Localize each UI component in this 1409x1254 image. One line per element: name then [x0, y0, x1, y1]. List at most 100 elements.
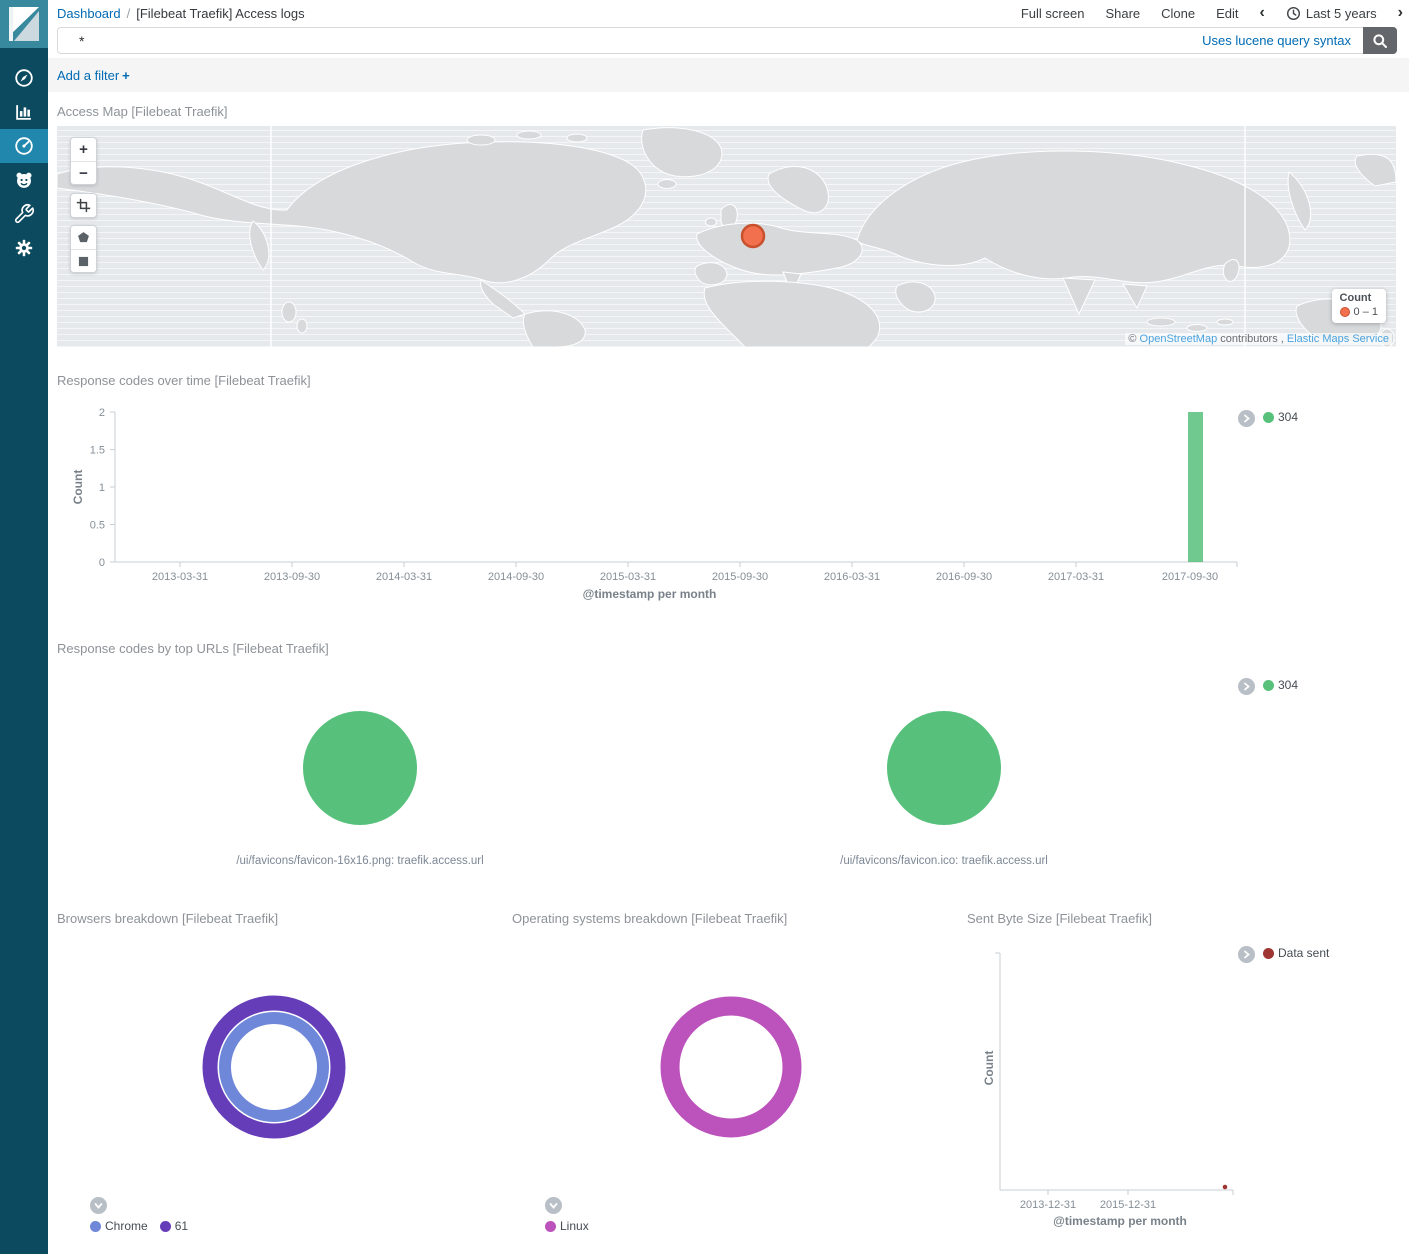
donut-ring-chrome[interactable] [225, 1018, 323, 1116]
legend-item-304[interactable]: 304 [1263, 410, 1298, 424]
elastic-maps-link[interactable]: Elastic Maps Service [1287, 333, 1389, 345]
add-filter-link[interactable]: Add a filter+ [57, 68, 130, 83]
gear-icon [13, 237, 35, 259]
share-button[interactable]: Share [1105, 6, 1140, 21]
bytes-chart-x-axis-title: @timestamp per month [975, 1214, 1265, 1228]
bytes-chart-y-axis-title: Count [982, 1051, 996, 1086]
legend-dot-chrome [90, 1221, 101, 1232]
map-marker[interactable] [742, 225, 764, 247]
zoom-in-button[interactable]: + [71, 138, 96, 161]
top-urls-panel-title: Response codes by top URLs [Filebeat Tra… [57, 641, 329, 656]
dashboard-actions: Full screen Share Clone Edit ‹ Last 5 ye… [1021, 0, 1403, 26]
sidebar-item-management[interactable] [0, 231, 48, 265]
osm-link[interactable]: OpenStreetMap [1140, 333, 1218, 345]
legend-item-data-sent[interactable]: Data sent [1263, 946, 1329, 960]
edit-button[interactable]: Edit [1216, 6, 1238, 21]
timelion-icon [13, 169, 35, 191]
clone-button[interactable]: Clone [1161, 6, 1195, 21]
sidebar-item-dev-tools[interactable] [0, 197, 48, 231]
query-input[interactable] [58, 33, 1202, 49]
legend-marker-dot [1340, 307, 1350, 317]
sidebar-item-visualize[interactable] [0, 95, 48, 129]
bytes-chart-legend: Data sent [1238, 946, 1329, 963]
sidebar-item-timelion[interactable] [0, 163, 48, 197]
clock-icon [1286, 6, 1301, 21]
sent-byte-size-chart: 2013-12-31 2015-12-31 [975, 945, 1265, 1215]
time-back-button[interactable]: ‹ [1260, 5, 1265, 21]
map-legend-range: 0 – 1 [1354, 306, 1378, 318]
kibana-dashboard-app: Dashboard / [Filebeat Traefik] Access lo… [0, 0, 1409, 1254]
response-chart-legend: 304 [1238, 410, 1298, 427]
sidebar-item-dashboard[interactable] [0, 129, 48, 163]
legend-toggle-icon[interactable] [1238, 410, 1255, 427]
map-zoom-controls: + − [70, 137, 97, 185]
draw-polygon-button[interactable] [71, 226, 96, 249]
time-range-picker[interactable]: Last 5 years [1286, 6, 1377, 21]
kibana-logo-icon [0, 0, 48, 48]
add-filter-plus-icon: + [122, 68, 130, 83]
kibana-logo[interactable] [0, 0, 48, 48]
time-forward-button[interactable]: › [1398, 5, 1403, 21]
svg-text:2017-09-30: 2017-09-30 [1162, 571, 1218, 583]
breadcrumb: Dashboard / [Filebeat Traefik] Access lo… [57, 0, 305, 26]
filter-bar: Add a filter+ [48, 58, 1409, 92]
map-canvas[interactable]: + − Count [57, 126, 1396, 347]
gauge-icon [13, 135, 35, 157]
response-chart-y-axis-title: Count [71, 470, 85, 505]
time-range-label: Last 5 years [1306, 6, 1377, 21]
legend-item-304[interactable]: 304 [1263, 678, 1298, 692]
lucene-syntax-link[interactable]: Uses lucene query syntax [1202, 33, 1351, 48]
pie-slice-304-favicon-ico[interactable] [887, 711, 1001, 825]
svg-text:2: 2 [99, 407, 105, 419]
page-title: [Filebeat Traefik] Access logs [136, 6, 304, 21]
donut-ring-linux[interactable] [670, 1006, 792, 1128]
map-attribution: © OpenStreetMap contributors , Elastic M… [1125, 333, 1392, 345]
legend-collapse-icon[interactable] [545, 1197, 562, 1214]
sent-byte-size-panel-title: Sent Byte Size [Filebeat Traefik] [967, 911, 1152, 926]
top-urls-legend: 304 [1238, 678, 1298, 695]
legend-item-linux[interactable]: Linux [545, 1219, 589, 1233]
compass-icon [13, 67, 35, 89]
wrench-icon [13, 203, 35, 225]
world-map [57, 126, 1396, 347]
rectangle-icon [76, 254, 91, 269]
legend-dot-304 [1263, 412, 1274, 423]
breadcrumb-separator: / [127, 6, 131, 21]
draw-rectangle-button[interactable] [71, 249, 96, 272]
data-sent-point[interactable] [1223, 1185, 1228, 1190]
crop-icon [76, 198, 91, 213]
map-legend-title: Count [1340, 292, 1378, 304]
browsers-donut-chart [199, 992, 349, 1142]
pie-slice-304-favicon-16x16[interactable] [303, 711, 417, 825]
access-map-panel-title: Access Map [Filebeat Traefik] [57, 104, 228, 119]
polygon-icon [76, 230, 91, 245]
browsers-legend: Chrome 61 [90, 1197, 188, 1233]
legend-item-chrome[interactable]: Chrome [90, 1219, 148, 1233]
svg-text:2013-03-31: 2013-03-31 [152, 571, 208, 583]
bar-304-2017-09-30[interactable] [1188, 412, 1203, 562]
full-screen-button[interactable]: Full screen [1021, 6, 1085, 21]
svg-text:2015-03-31: 2015-03-31 [600, 571, 656, 583]
pie-label-favicon-ico: /ui/favicons/favicon.ico: traefik.access… [744, 855, 1144, 867]
query-bar: Uses lucene query syntax [57, 27, 1397, 54]
os-panel-title: Operating systems breakdown [Filebeat Tr… [512, 911, 787, 926]
legend-collapse-icon[interactable] [90, 1197, 107, 1214]
svg-text:2014-03-31: 2014-03-31 [376, 571, 432, 583]
svg-text:1: 1 [99, 482, 105, 494]
legend-toggle-icon[interactable] [1238, 946, 1255, 963]
search-button[interactable] [1363, 27, 1397, 54]
zoom-out-button[interactable]: − [71, 161, 96, 184]
pie-label-favicon-16x16: /ui/favicons/favicon-16x16.png: traefik.… [160, 855, 560, 867]
legend-dot-data-sent [1263, 948, 1274, 959]
legend-dot-linux [545, 1221, 556, 1232]
svg-text:0.5: 0.5 [90, 520, 105, 532]
legend-toggle-icon[interactable] [1238, 678, 1255, 695]
svg-text:2016-09-30: 2016-09-30 [936, 571, 992, 583]
sidebar-item-discover[interactable] [0, 61, 48, 95]
global-nav-sidebar [0, 0, 48, 1254]
fit-bounds-button[interactable] [71, 194, 96, 217]
breadcrumb-dashboard-link[interactable]: Dashboard [57, 6, 121, 21]
browsers-panel-title: Browsers breakdown [Filebeat Traefik] [57, 911, 278, 926]
legend-item-61[interactable]: 61 [160, 1219, 188, 1233]
legend-dot-61 [160, 1221, 171, 1232]
